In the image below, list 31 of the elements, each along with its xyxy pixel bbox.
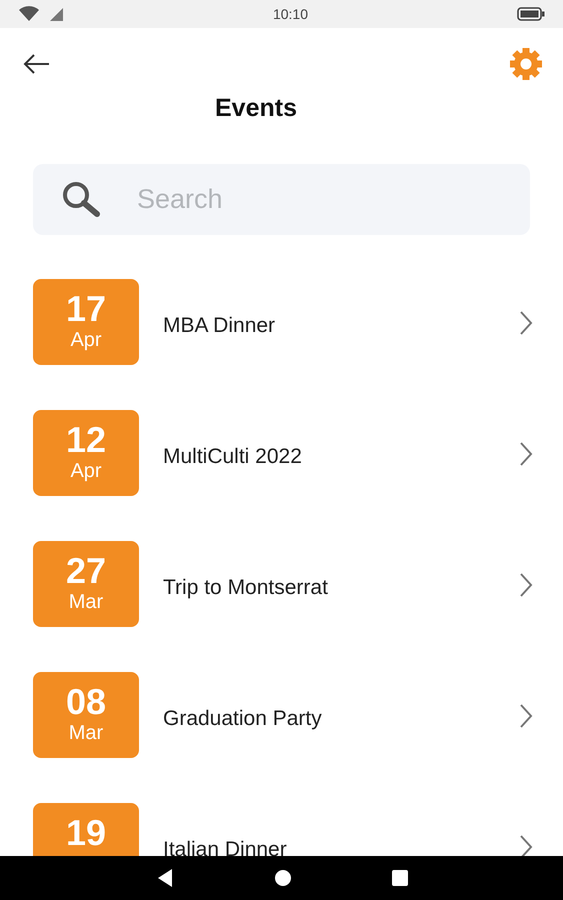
- nav-home-icon[interactable]: [274, 869, 292, 887]
- chevron-right-icon[interactable]: [519, 310, 533, 336]
- chevron-right-icon[interactable]: [519, 440, 533, 466]
- page-title: Events: [215, 93, 298, 124]
- back-arrow-icon[interactable]: [22, 53, 50, 75]
- search-bar[interactable]: Search: [33, 164, 530, 234]
- event-title[interactable]: MBA Dinner: [163, 310, 276, 341]
- event-title[interactable]: MultiCulti 2022: [163, 440, 302, 472]
- nav-back-icon[interactable]: [156, 868, 174, 888]
- wifi-icon: [18, 6, 40, 22]
- event-day: 19: [33, 814, 139, 850]
- event-month: Apr: [69, 460, 103, 480]
- settings-icon[interactable]: [509, 47, 543, 81]
- event-day: 17: [33, 290, 139, 326]
- event-month: Mar: [68, 722, 104, 742]
- event-day: 12: [33, 422, 139, 458]
- signal-icon: [48, 6, 64, 22]
- nav-recents-icon[interactable]: [392, 870, 408, 886]
- search-field[interactable]: Search: [135, 178, 465, 220]
- battery-icon: [516, 7, 545, 21]
- event-day: 08: [33, 684, 139, 720]
- event-title[interactable]: Graduation Party: [163, 702, 322, 734]
- clock-time: 10:10: [272, 4, 308, 24]
- event-title[interactable]: Italian Dinner: [163, 834, 287, 856]
- event-month: Apr: [69, 330, 103, 350]
- chevron-right-icon[interactable]: [519, 834, 533, 856]
- event-day: 27: [33, 552, 139, 588]
- event-month: Mar: [68, 592, 104, 612]
- chevron-right-icon[interactable]: [519, 572, 533, 598]
- event-title[interactable]: Trip to Montserrat: [163, 572, 328, 603]
- chevron-right-icon[interactable]: [519, 702, 533, 728]
